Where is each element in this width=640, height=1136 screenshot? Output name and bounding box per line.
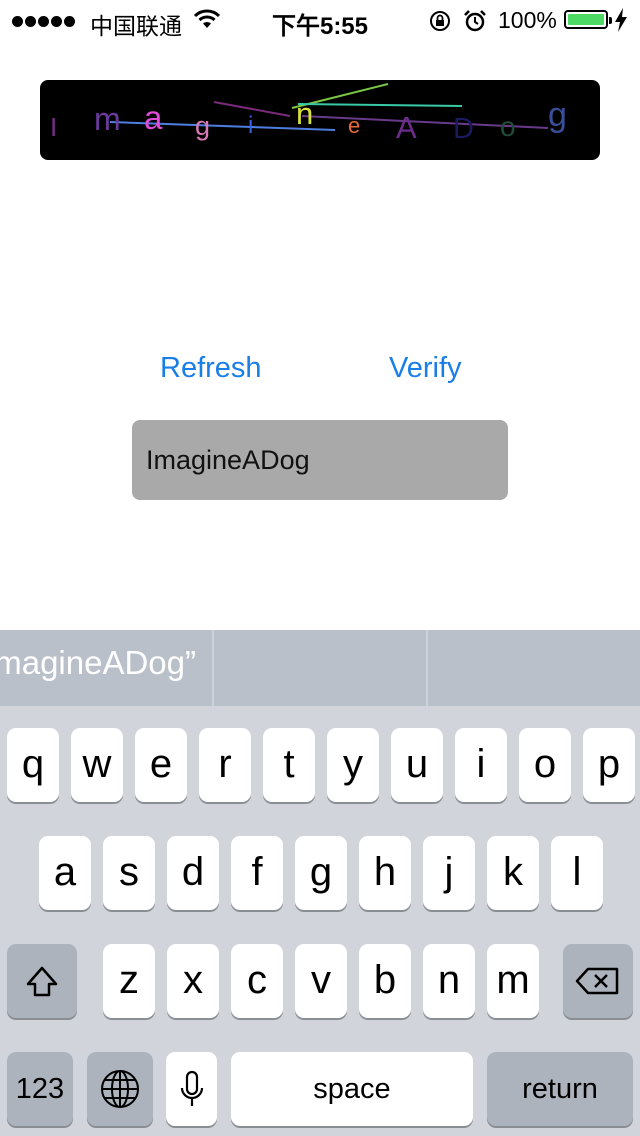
key-k[interactable]: k — [487, 836, 539, 910]
key-j[interactable]: j — [423, 836, 475, 910]
key-t[interactable]: t — [263, 728, 315, 802]
key-o[interactable]: o — [519, 728, 571, 802]
key-d[interactable]: d — [167, 836, 219, 910]
backspace-key[interactable] — [563, 944, 633, 1018]
captcha-char: a — [144, 99, 163, 136]
prediction-text: “ImagineADog” — [0, 644, 196, 681]
key-y[interactable]: y — [327, 728, 379, 802]
key-v[interactable]: v — [295, 944, 347, 1018]
captcha-char: A — [396, 110, 417, 145]
key-f[interactable]: f — [231, 836, 283, 910]
key-q[interactable]: q — [7, 728, 59, 802]
captcha-image[interactable]: Ima g i n e A Do g — [40, 80, 600, 160]
prediction-suggestion[interactable]: “ImagineADog” — [0, 630, 212, 706]
verify-button[interactable]: Verify — [389, 352, 462, 385]
key-i[interactable]: i — [455, 728, 507, 802]
charging-bolt-icon — [614, 8, 628, 37]
battery-percentage: 100% — [498, 7, 557, 33]
key-w[interactable]: w — [71, 728, 123, 802]
key-g[interactable]: g — [295, 836, 347, 910]
status-bar: 中国联通 下午5:55 100% — [0, 0, 640, 40]
key-p[interactable]: p — [583, 728, 635, 802]
space-key[interactable]: space — [231, 1052, 473, 1126]
microphone-icon — [180, 1070, 203, 1106]
captcha-char: m — [94, 101, 121, 137]
globe-key[interactable] — [87, 1052, 153, 1126]
key-c[interactable]: c — [231, 944, 283, 1018]
captcha-char: n — [296, 96, 313, 131]
alarm-icon — [463, 9, 487, 38]
globe-icon — [101, 1070, 139, 1108]
captcha-char: e — [348, 113, 360, 138]
return-key[interactable]: return — [487, 1052, 633, 1126]
battery-icon — [564, 10, 612, 29]
numbers-key[interactable]: 123 — [7, 1052, 73, 1126]
prediction-slot-empty[interactable] — [428, 630, 640, 706]
refresh-button[interactable]: Refresh — [160, 352, 262, 385]
captcha-char: g — [195, 111, 210, 141]
key-x[interactable]: x — [167, 944, 219, 1018]
keyboard: “ImagineADog” qwertyuiop asdfghjkl zxcvbnm… — [0, 630, 640, 1136]
captcha-char: g — [548, 96, 567, 134]
key-l[interactable]: l — [551, 836, 603, 910]
backspace-icon — [575, 967, 619, 995]
key-h[interactable]: h — [359, 836, 411, 910]
prediction-slot-empty[interactable] — [214, 630, 426, 706]
key-e[interactable]: e — [135, 728, 187, 802]
captcha-noise-lines — [109, 83, 549, 131]
captcha-char: I — [50, 112, 57, 142]
orientation-lock-icon — [428, 9, 452, 38]
key-r[interactable]: r — [199, 728, 251, 802]
key-b[interactable]: b — [359, 944, 411, 1018]
key-n[interactable]: n — [423, 944, 475, 1018]
predictive-bar: “ImagineADog” — [0, 630, 640, 706]
captcha-char: i — [248, 112, 253, 139]
captcha-char: o — [500, 111, 516, 142]
key-z[interactable]: z — [103, 944, 155, 1018]
captcha-answer-input[interactable]: ImagineADog — [132, 420, 508, 500]
captcha-char: D — [453, 113, 474, 145]
shift-icon — [26, 966, 58, 997]
key-u[interactable]: u — [391, 728, 443, 802]
key-a[interactable]: a — [39, 836, 91, 910]
shift-key[interactable] — [7, 944, 77, 1018]
dictation-key[interactable] — [166, 1052, 217, 1126]
key-m[interactable]: m — [487, 944, 539, 1018]
key-s[interactable]: s — [103, 836, 155, 910]
